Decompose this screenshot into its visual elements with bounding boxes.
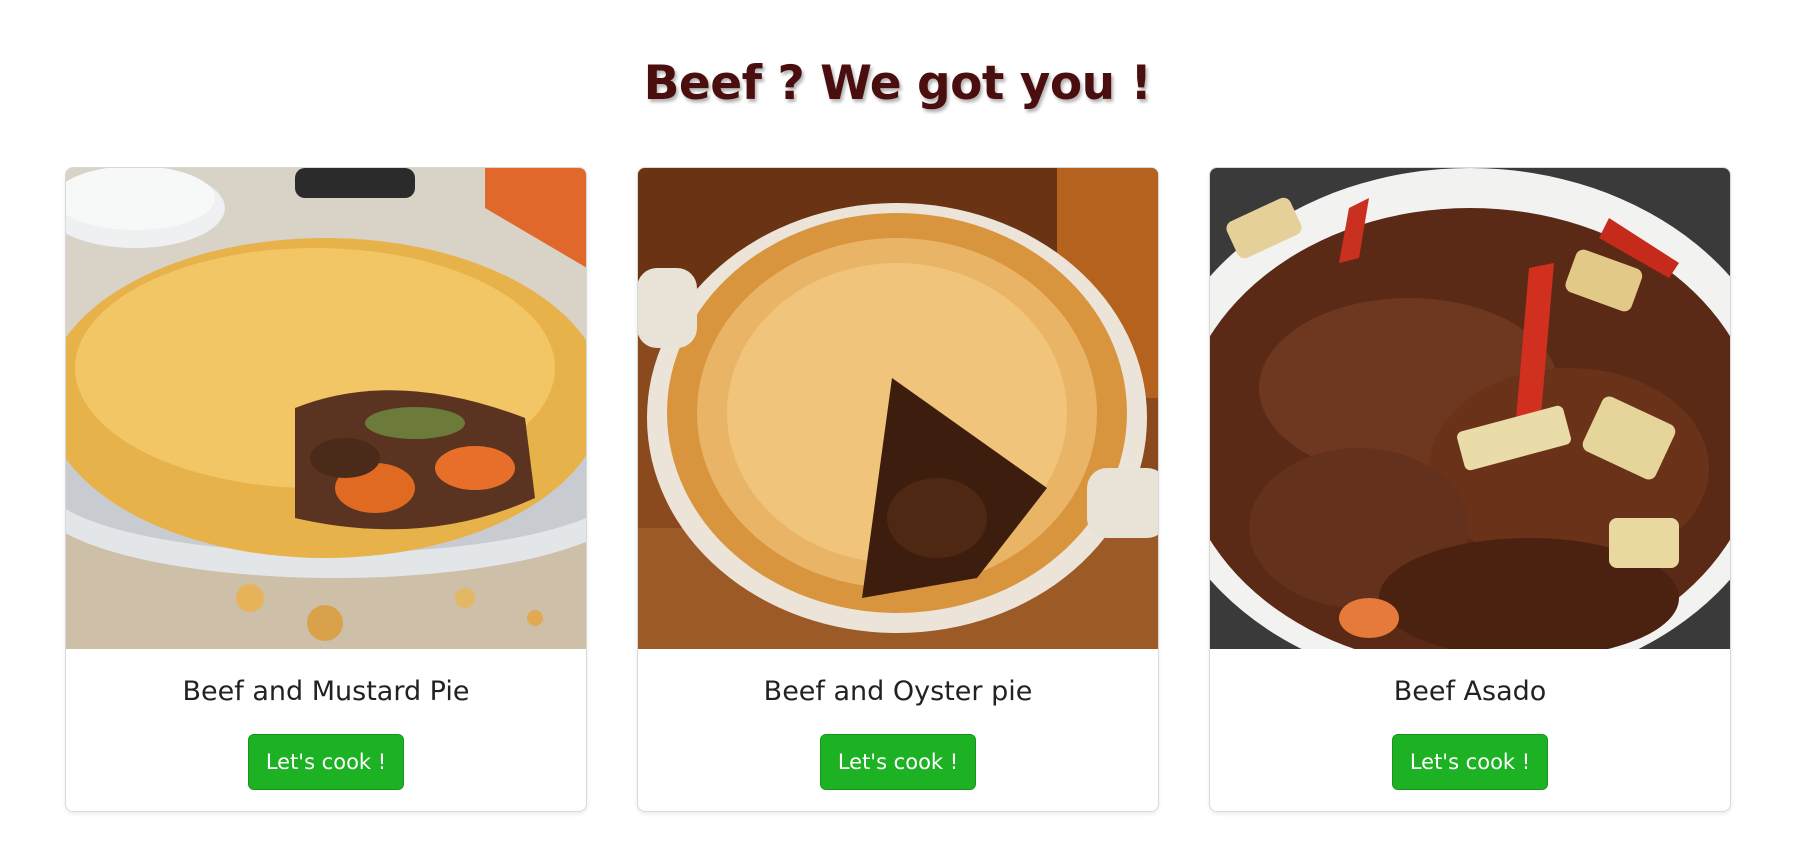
lets-cook-button[interactable]: Let's cook ! <box>820 734 976 790</box>
recipe-card: Beef Asado Let's cook ! <box>1209 167 1731 812</box>
recipe-image <box>638 168 1158 649</box>
lets-cook-button[interactable]: Let's cook ! <box>1392 734 1548 790</box>
page-title: Beef ? We got you ! <box>643 56 1152 111</box>
recipe-title: Beef and Oyster pie <box>763 676 1033 707</box>
recipe-image <box>1210 168 1730 649</box>
recipe-title: Beef Asado <box>1393 676 1547 707</box>
recipe-card-grid: Beef and Mustard Pie Let's cook ! Beef a… <box>65 167 1731 812</box>
recipe-title: Beef and Mustard Pie <box>182 676 470 707</box>
page: Beef ? We got you ! Beef and Mustard Pie… <box>0 0 1795 862</box>
recipe-card: Beef and Oyster pie Let's cook ! <box>637 167 1159 812</box>
recipe-image <box>66 168 586 649</box>
lets-cook-button[interactable]: Let's cook ! <box>248 734 404 790</box>
recipe-card: Beef and Mustard Pie Let's cook ! <box>65 167 587 812</box>
